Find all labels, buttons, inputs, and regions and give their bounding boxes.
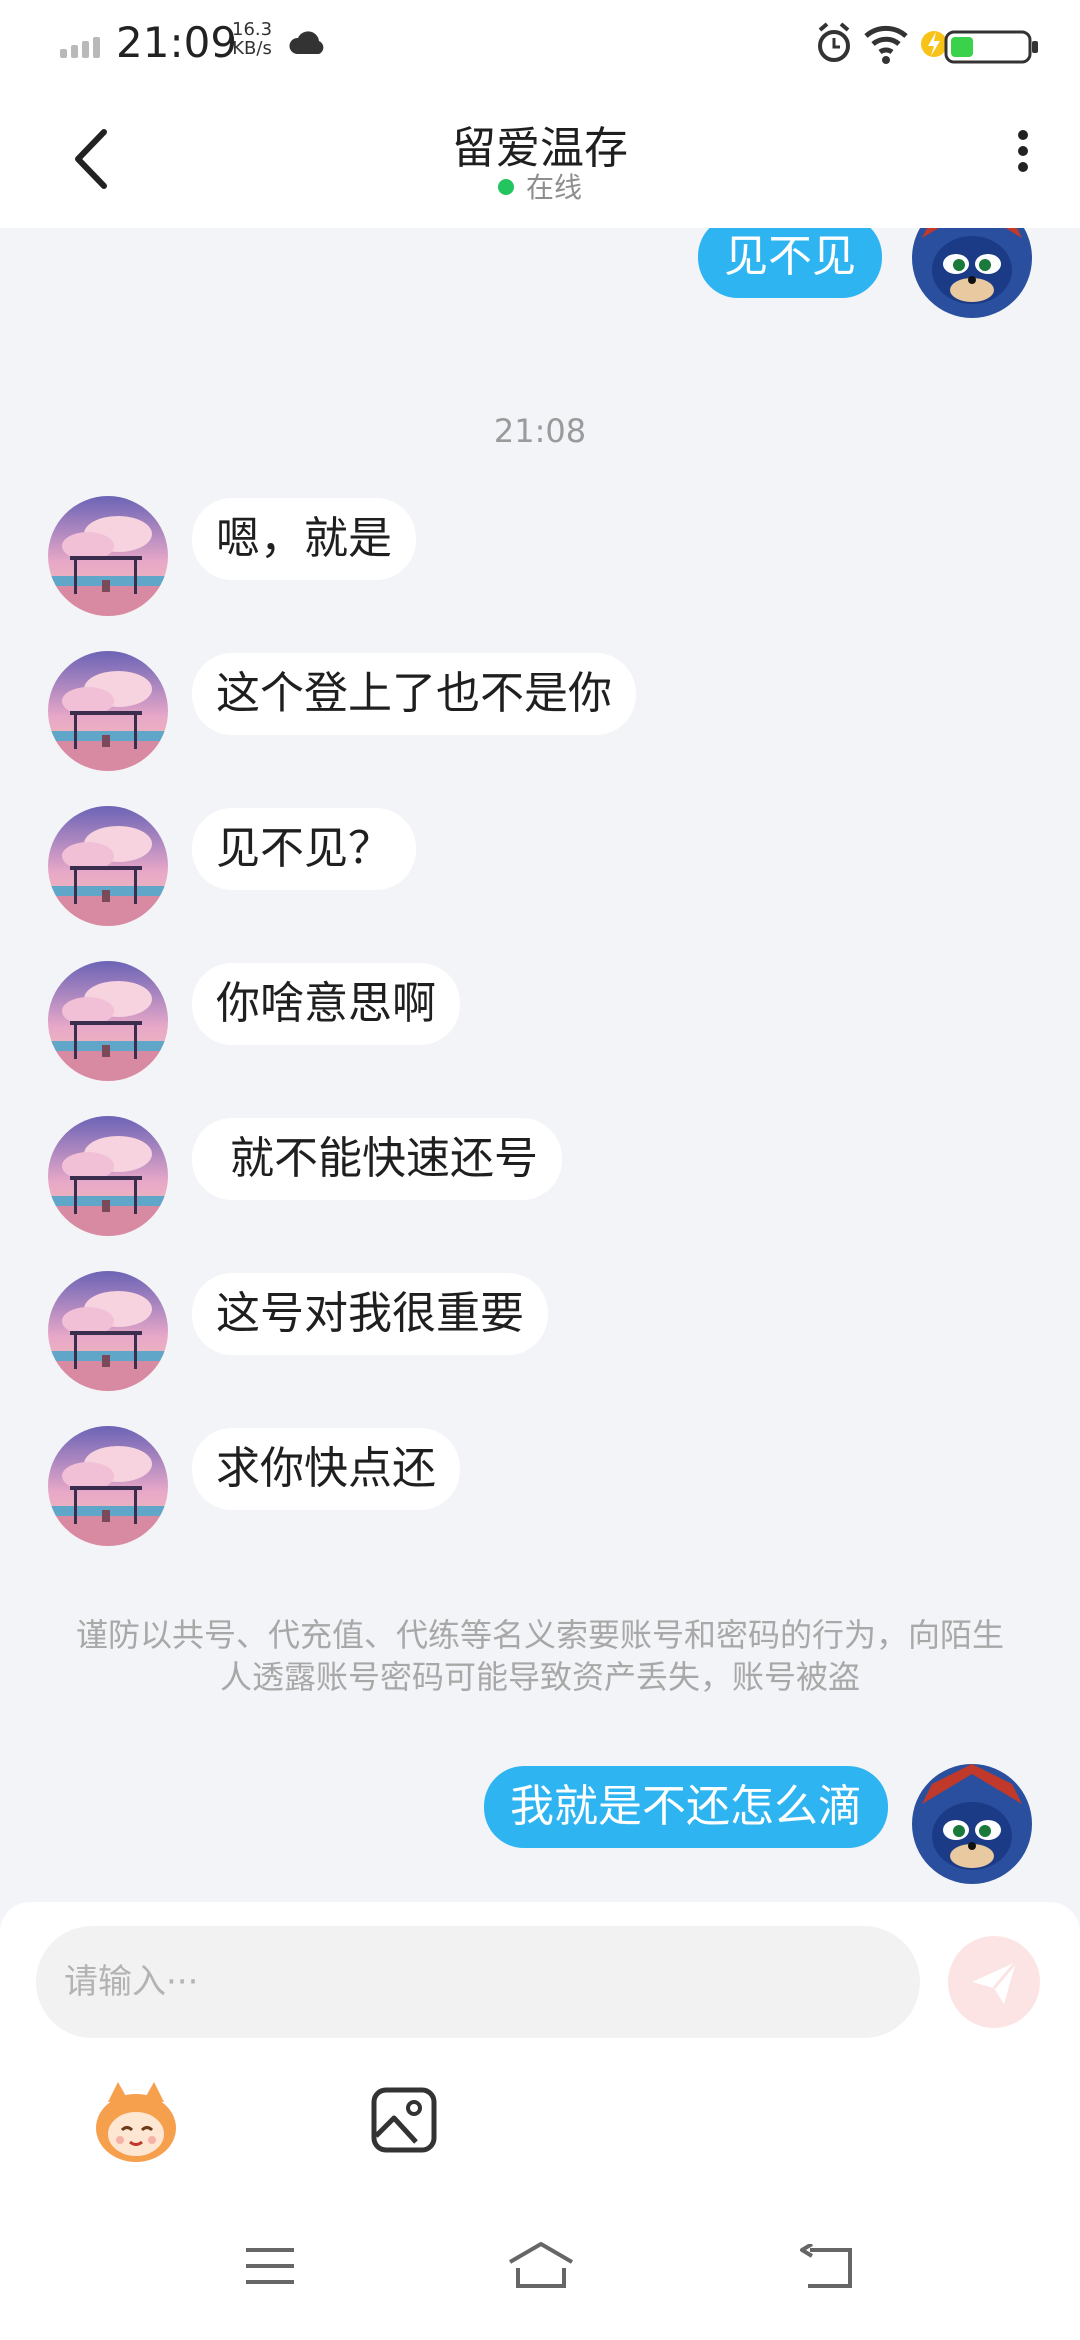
my-avatar[interactable] [912,228,1032,318]
incoming-message[interactable]: 这个登上了也不是你 [192,653,636,735]
battery-icon [944,30,1038,64]
message-input[interactable] [36,1926,920,2038]
incoming-message[interactable]: 这号对我很重要 [192,1273,548,1355]
contact-avatar[interactable] [48,806,168,926]
charging-icon [921,31,947,57]
signal-icon [60,30,110,58]
security-notice: 谨防以共号、代充值、代练等名义索要账号和密码的行为，向陌生人透露账号密码可能导致… [75,1616,1004,1696]
my-avatar[interactable] [912,1764,1032,1884]
outgoing-message[interactable]: 我就是不还怎么滴 [484,1766,888,1848]
alarm-icon [818,22,850,62]
status-icons [818,22,1038,64]
status-time: 21:09 [116,18,238,67]
incoming-message[interactable]: 求你快点还 [192,1428,460,1510]
outgoing-message[interactable]: 见不见 [698,228,882,298]
incoming-message[interactable]: 嗯，就是 [192,498,416,580]
menu-nav-button[interactable] [244,2246,296,2286]
send-icon [972,1961,1018,2004]
more-dot [1018,162,1028,172]
incoming-message[interactable]: 见不见？ [192,808,416,890]
system-nav-bar [0,2220,1080,2340]
cloud-icon [289,31,324,54]
speed-value: 16.3 [232,19,273,40]
more-options-button[interactable] [1008,124,1038,194]
image-button[interactable] [370,2086,438,2154]
online-status: 在线 [0,166,1080,206]
sticker-button[interactable] [88,2078,184,2168]
send-button[interactable] [948,1936,1040,2028]
incoming-message[interactable]: 就不能快速还号 [192,1118,562,1200]
contact-avatar[interactable] [48,1271,168,1391]
more-dot [1018,130,1028,140]
back-nav-button[interactable] [798,2244,854,2290]
incoming-message[interactable]: 你啥意思啊 [192,963,460,1045]
status-bar: 21:09 16.3 KB/s [0,0,1080,90]
online-label: 在线 [525,171,582,204]
chat-message-list[interactable]: 见不见 21:08 嗯，就是 这个登上了也不是你 见不见？ 你啥意思啊 就不能快… [0,228,1080,1908]
chat-header: 留爱温存 在线 [0,90,1080,228]
contact-avatar[interactable] [48,651,168,771]
network-speed: 16.3 KB/s [232,20,272,58]
contact-avatar[interactable] [48,961,168,1081]
wifi-icon [864,25,908,64]
contact-avatar[interactable] [48,496,168,616]
home-nav-button[interactable] [506,2240,576,2290]
online-dot-icon [497,179,514,195]
contact-avatar[interactable] [48,1426,168,1546]
more-dot [1018,146,1028,156]
speed-unit: KB/s [232,38,272,59]
message-timestamp: 21:08 [493,412,587,450]
contact-avatar[interactable] [48,1116,168,1236]
